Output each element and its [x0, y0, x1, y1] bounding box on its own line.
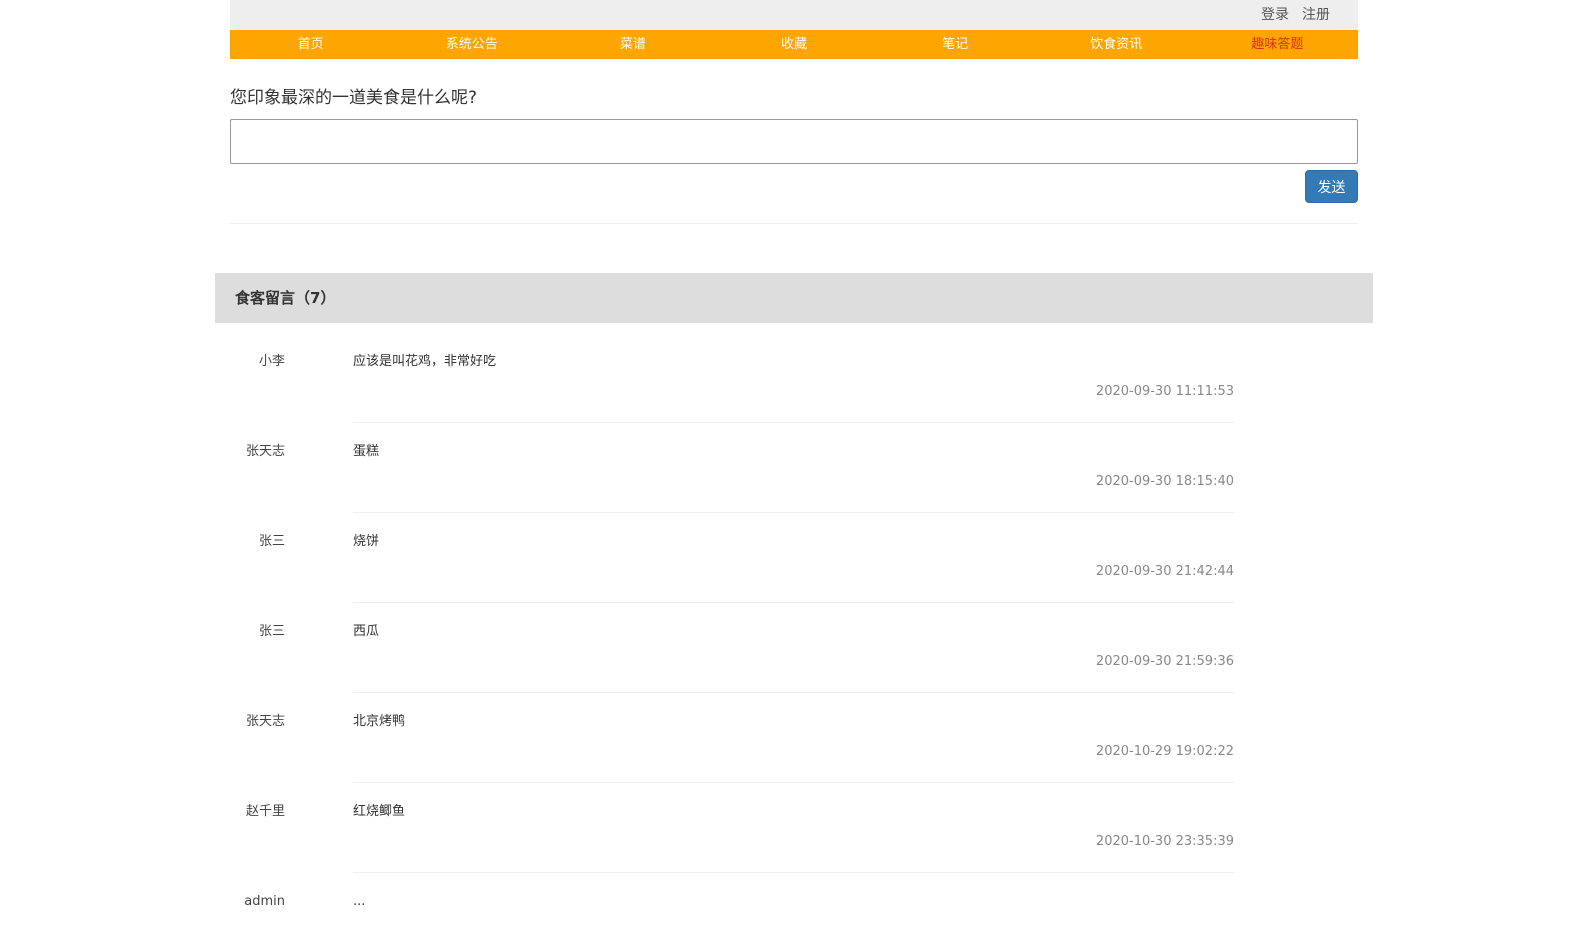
comment-author: 张天志 — [245, 714, 285, 729]
comment-author: 张三 — [258, 534, 285, 549]
list-item: 张三 西瓜 2020-09-30 21:59:36 — [215, 593, 1373, 693]
top-bar: 登录 注册 — [230, 0, 1358, 30]
message-input[interactable] — [230, 119, 1358, 164]
comment-time: 2020-09-30 21:59:36 — [1095, 654, 1234, 669]
nav-item-recipes[interactable]: 菜谱 — [552, 30, 713, 59]
list-item: 赵千里 红烧鲫鱼 2020-10-30 23:35:39 — [215, 773, 1373, 873]
list-item: 张天志 北京烤鸭 2020-10-29 19:02:22 — [215, 683, 1373, 783]
main-nav: 首页 系统公告 菜谱 收藏 笔记 饮食资讯 趣味答题 — [230, 30, 1358, 59]
comment-author: 张三 — [258, 624, 285, 639]
comment-author: 张天志 — [245, 444, 285, 459]
nav-item-home[interactable]: 首页 — [230, 30, 391, 59]
comment-author: admin — [244, 894, 285, 909]
nav-item-favorites[interactable]: 收藏 — [713, 30, 874, 59]
question-label: 您印象最深的一道美食是什么呢? — [230, 88, 478, 108]
register-link[interactable]: 注册 — [1302, 6, 1330, 24]
comments-list: 小李 应该是叫花鸡，非常好吃 2020-09-30 11:11:53 张天志 蛋… — [215, 323, 1373, 930]
comment-time: 2020-10-29 19:02:22 — [1095, 744, 1234, 759]
comment-text: 西瓜 — [353, 624, 380, 639]
comment-time: 2020-09-30 18:15:40 — [1095, 474, 1234, 489]
login-link[interactable]: 登录 — [1261, 6, 1289, 24]
comments-title: 食客留言（7） — [235, 289, 336, 307]
comment-author: 赵千里 — [245, 804, 285, 819]
comment-author: 小李 — [258, 354, 285, 369]
list-item: 小李 应该是叫花鸡，非常好吃 2020-09-30 11:11:53 — [215, 323, 1373, 423]
comment-text: 红烧鲫鱼 — [353, 804, 406, 819]
nav-item-quiz[interactable]: 趣味答题 — [1197, 30, 1358, 59]
nav-item-food-news[interactable]: 饮食资讯 — [1036, 30, 1197, 59]
send-button[interactable]: 发送 — [1305, 170, 1358, 203]
comment-text: 北京烤鸭 — [353, 714, 406, 729]
nav-item-notes[interactable]: 笔记 — [875, 30, 1036, 59]
list-item: 张天志 蛋糕 2020-09-30 18:15:40 — [215, 413, 1373, 513]
form-divider — [230, 223, 1358, 224]
comment-time: 2020-09-30 11:11:53 — [1095, 384, 1234, 399]
comment-text: 应该是叫花鸡，非常好吃 — [353, 354, 497, 369]
list-item: admin ... — [215, 863, 1373, 930]
comment-text: ... — [353, 894, 366, 909]
list-item: 张三 烧饼 2020-09-30 21:42:44 — [215, 503, 1373, 603]
comment-time: 2020-09-30 21:42:44 — [1095, 564, 1234, 579]
comment-text: 蛋糕 — [353, 444, 380, 459]
auth-links: 登录 注册 — [1261, 6, 1330, 24]
comment-text: 烧饼 — [353, 534, 380, 549]
comments-header: 食客留言（7） — [215, 273, 1373, 323]
nav-item-announcements[interactable]: 系统公告 — [391, 30, 552, 59]
comment-time: 2020-10-30 23:35:39 — [1095, 834, 1234, 849]
